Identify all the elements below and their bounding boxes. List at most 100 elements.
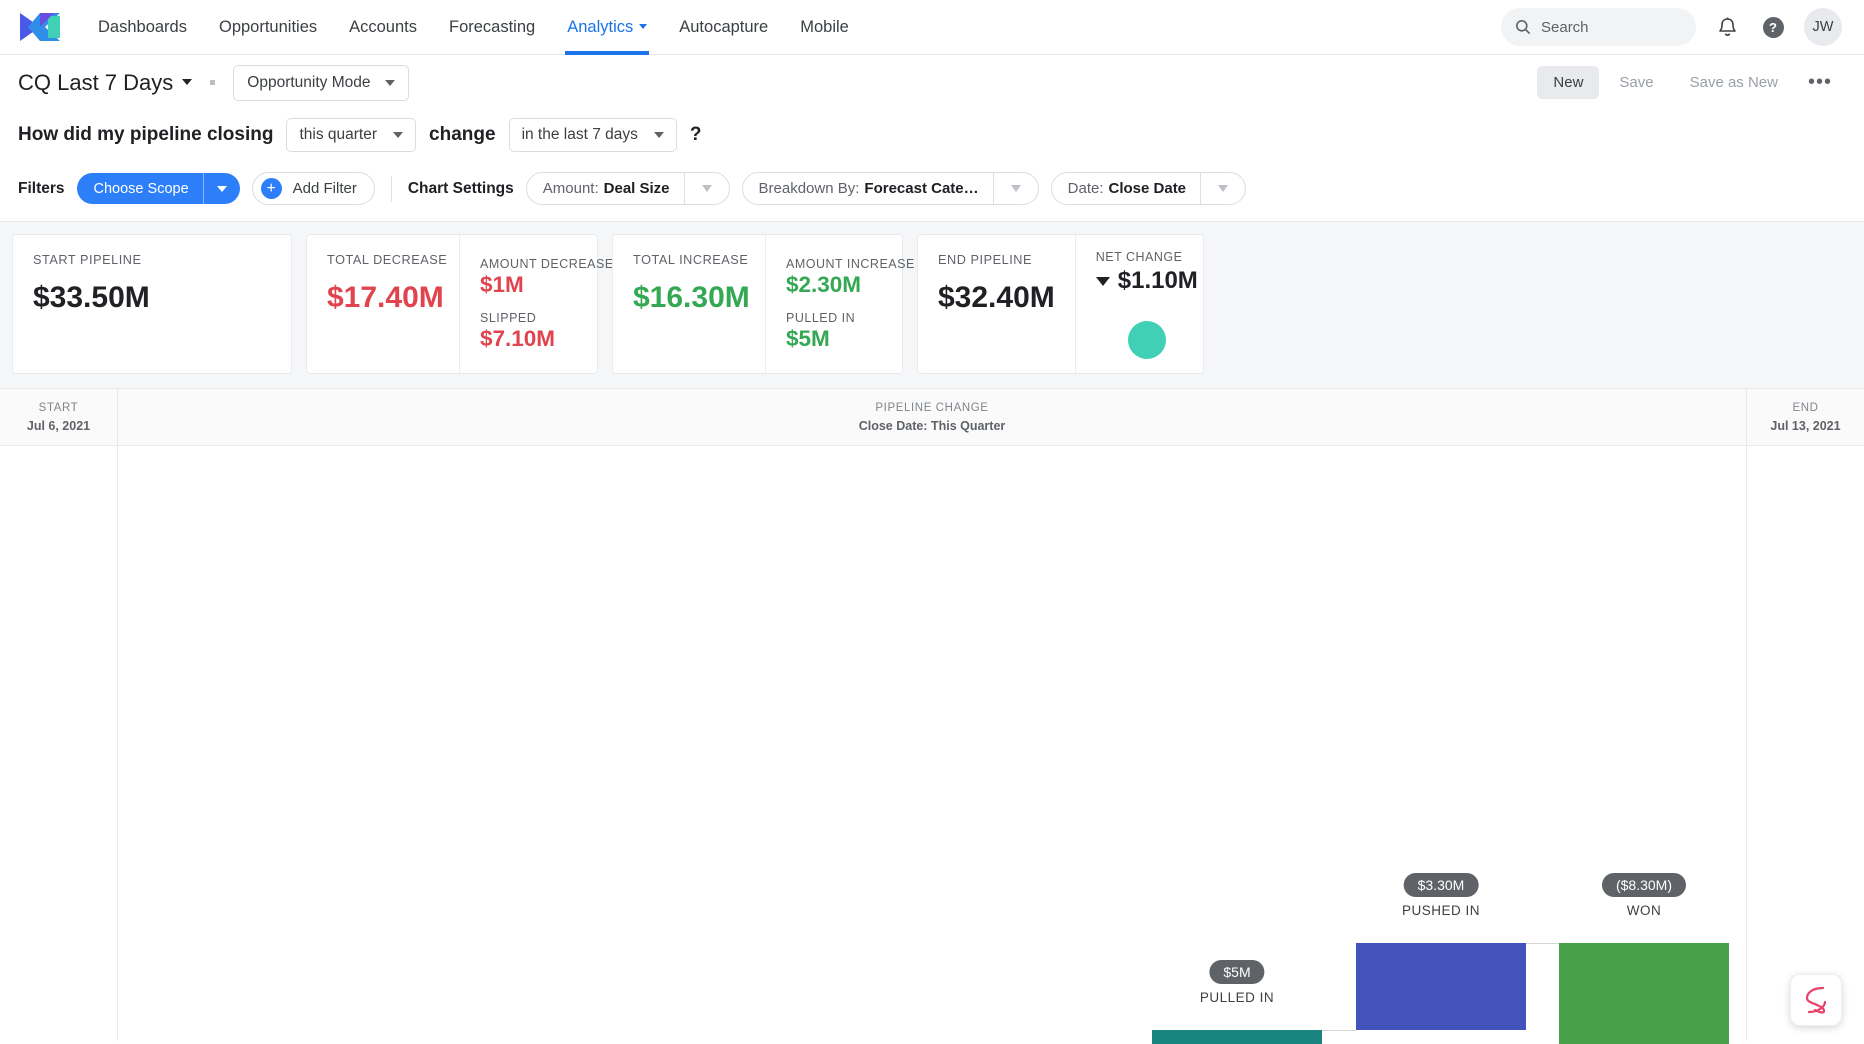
mode-select-label: Opportunity Mode: [247, 74, 370, 92]
chip-breakdown[interactable]: Breakdown By:Forecast Cate…: [742, 172, 1039, 205]
chart-start-date: Jul 6, 2021: [27, 419, 90, 433]
app-logo[interactable]: [18, 10, 60, 44]
bell-icon: [1718, 17, 1737, 38]
mode-select[interactable]: Opportunity Mode: [233, 65, 408, 101]
new-button[interactable]: New: [1537, 66, 1599, 99]
bar-category-label: WON: [1627, 903, 1662, 918]
kpi-sub-amount-decrease: AMOUNT DECREASE $1M: [480, 257, 614, 298]
net-change-label: NET CHANGE: [1096, 250, 1198, 264]
nav-item-opportunities[interactable]: Opportunities: [203, 0, 333, 55]
chart-header-end: END Jul 13, 2021: [1746, 389, 1864, 445]
more-options-button[interactable]: •••: [1798, 67, 1842, 98]
kpi-sub-value: $2.30M: [786, 272, 915, 298]
bar-connector-line: [1322, 1030, 1356, 1031]
separator-dot: [210, 80, 215, 85]
nav-label: Opportunities: [219, 18, 317, 36]
kpi-sub-amount-increase: AMOUNT INCREASE $2.30M: [786, 257, 915, 298]
bar-pushed-in[interactable]: [1356, 943, 1526, 1030]
chip-amount-prefix: Amount:: [543, 180, 599, 197]
chevron-down-icon: [1218, 185, 1228, 192]
bar-pulled-in[interactable]: [1152, 1030, 1322, 1044]
page-title: CQ Last 7 Days: [18, 70, 173, 96]
kpi-sub-pulled-in: PULLED IN $5M: [786, 311, 915, 352]
report-title-dropdown[interactable]: CQ Last 7 Days: [18, 70, 192, 96]
save-button[interactable]: Save: [1603, 66, 1669, 99]
window-select-label: in the last 7 days: [522, 126, 638, 144]
add-filter-label: Add Filter: [293, 180, 357, 197]
chevron-down-icon: [385, 80, 395, 86]
chevron-down-icon: [217, 186, 227, 192]
choose-scope-dropdown[interactable]: [204, 173, 240, 204]
kpi-sub-label: PULLED IN: [786, 311, 915, 325]
nav-item-forecasting[interactable]: Forecasting: [433, 0, 551, 55]
chevron-down-icon: [182, 79, 192, 85]
chip-amount[interactable]: Amount:Deal Size: [526, 172, 730, 205]
kpi-card-start-pipeline: START PIPELINE $33.50M: [12, 234, 292, 374]
chart-start-title: START: [39, 402, 79, 414]
add-filter-button[interactable]: + Add Filter: [252, 172, 375, 205]
top-navigation-bar: Dashboards Opportunities Accounts Foreca…: [0, 0, 1864, 55]
period-select[interactable]: this quarter: [286, 118, 416, 152]
kpi-value: $33.50M: [33, 281, 150, 315]
nav-label: Mobile: [800, 18, 849, 36]
search-icon: [1515, 19, 1531, 35]
chevron-down-icon: [702, 185, 712, 192]
net-change-block: NET CHANGE $1.10M: [1096, 250, 1198, 295]
kpi-sub-label: SLIPPED: [480, 311, 614, 325]
nav-item-autocapture[interactable]: Autocapture: [663, 0, 784, 55]
chart-left-axis-line: [117, 446, 118, 1041]
help-button[interactable]: ?: [1758, 12, 1788, 42]
chip-date[interactable]: Date:Close Date: [1051, 172, 1246, 205]
kpi-value: $16.30M: [633, 281, 745, 315]
choose-scope-label: Choose Scope: [77, 173, 203, 204]
triangle-down-icon: [1096, 277, 1110, 286]
chevron-down-icon: [654, 132, 664, 138]
report-title-bar: CQ Last 7 Days Opportunity Mode New Save…: [0, 55, 1864, 110]
search-input[interactable]: Search: [1501, 8, 1696, 46]
save-as-new-button[interactable]: Save as New: [1674, 66, 1794, 99]
nav-item-analytics[interactable]: Analytics: [551, 0, 663, 55]
nav-item-dashboards[interactable]: Dashboards: [82, 0, 203, 55]
bar-category-label: PULLED IN: [1200, 990, 1274, 1005]
chart-end-date: Jul 13, 2021: [1770, 419, 1840, 433]
kpi-value: $32.40M: [938, 281, 1055, 315]
nav-item-accounts[interactable]: Accounts: [333, 0, 433, 55]
chip-date-dropdown[interactable]: [1201, 173, 1245, 204]
bar-value-badge: ($8.30M): [1602, 873, 1686, 897]
chart-mid-subtitle: Close Date: This Quarter: [859, 419, 1006, 433]
kpi-card-total-decrease: TOTAL DECREASE $17.40M AMOUNT DECREASE $…: [306, 234, 598, 374]
chart-header-start: START Jul 6, 2021: [0, 389, 118, 445]
kpi-sub-slipped: SLIPPED $7.10M: [480, 311, 614, 352]
bar-category-label: PUSHED IN: [1402, 903, 1480, 918]
question-builder-row: How did my pipeline closing this quarter…: [0, 110, 1864, 166]
nav-item-mobile[interactable]: Mobile: [784, 0, 865, 55]
assistant-icon: [1803, 985, 1829, 1015]
help-icon: ?: [1763, 17, 1784, 38]
chart-header: START Jul 6, 2021 PIPELINE CHANGE Close …: [0, 388, 1864, 446]
question-mark: ?: [690, 124, 702, 146]
kpi-sub-value: $7.10M: [480, 326, 614, 352]
kpi-card-end-pipeline: END PIPELINE $32.40M NET CHANGE $1.10M: [917, 234, 1204, 374]
chip-breakdown-dropdown[interactable]: [994, 173, 1038, 204]
window-select[interactable]: in the last 7 days: [509, 118, 677, 152]
kpi-sub-value: $5M: [786, 326, 915, 352]
nav-label: Autocapture: [679, 18, 768, 36]
chart-settings-label: Chart Settings: [408, 180, 514, 198]
notifications-button[interactable]: [1712, 12, 1742, 42]
kpi-label: TOTAL INCREASE: [633, 253, 745, 267]
kpi-label: END PIPELINE: [938, 253, 1055, 267]
main-nav-items: Dashboards Opportunities Accounts Foreca…: [82, 0, 865, 55]
avatar[interactable]: JW: [1804, 8, 1842, 46]
chart-right-axis-line: [1746, 446, 1747, 1041]
search-placeholder: Search: [1541, 19, 1589, 36]
chip-amount-dropdown[interactable]: [685, 173, 729, 204]
kpi-label: TOTAL DECREASE: [327, 253, 439, 267]
bar-won[interactable]: [1559, 943, 1729, 1044]
question-text-part1: How did my pipeline closing: [18, 124, 273, 146]
plus-icon: +: [261, 178, 282, 199]
kpi-sub-label: AMOUNT INCREASE: [786, 257, 915, 271]
question-text-part2: change: [429, 124, 496, 146]
choose-scope-button[interactable]: Choose Scope: [77, 173, 240, 204]
divider: [391, 176, 392, 202]
assistant-fab[interactable]: [1790, 974, 1842, 1026]
